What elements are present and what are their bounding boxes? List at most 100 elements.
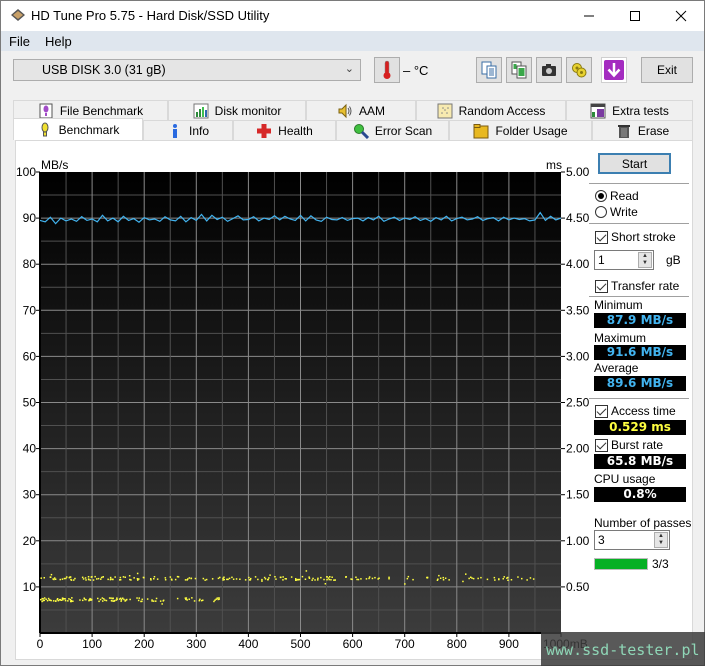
benchmark-panel	[15, 140, 693, 660]
passes-input[interactable]: 3 ▲ ▼	[594, 530, 670, 550]
short-stroke-input[interactable]: 1 ▲ ▼	[594, 250, 654, 270]
save-button[interactable]	[601, 57, 627, 83]
exit-button[interactable]: Exit	[641, 57, 693, 83]
tab-folder-usage[interactable]: Folder Usage	[449, 120, 592, 140]
left-axis-unit: MB/s	[41, 158, 69, 172]
copy-text-button[interactable]	[476, 57, 502, 83]
tab-benchmark[interactable]: Benchmark	[13, 118, 143, 140]
maximum-label: Maximum	[594, 331, 647, 345]
divider	[589, 398, 689, 399]
minimum-label: Minimum	[594, 298, 643, 312]
cpu-usage-label: CPU usage	[594, 472, 656, 486]
passes-progress-bar	[594, 558, 648, 570]
tab-info[interactable]: Info	[143, 120, 233, 140]
tab-label: AAM	[358, 103, 385, 118]
drive-select-value: USB DISK 3.0 (31 gB)	[42, 63, 166, 77]
camera-icon	[542, 64, 556, 76]
title-bar: HD Tune Pro 5.75 - Hard Disk/SSD Utility	[1, 1, 704, 31]
window-title: HD Tune Pro 5.75 - Hard Disk/SSD Utility	[31, 8, 270, 23]
thermometer-icon	[383, 60, 391, 79]
access-time-value: 0.529 ms	[594, 420, 686, 435]
speaker-icon	[338, 103, 352, 118]
tab-extra-tests[interactable]: Extra tests	[566, 100, 693, 120]
tab-label: Erase	[637, 123, 670, 138]
transfer-rate-checkbox[interactable]	[595, 280, 608, 293]
tab-row-top: File Benchmark Disk monitor AAM Random A…	[13, 100, 693, 120]
folder-icon	[473, 123, 489, 138]
screenshot-button[interactable]	[536, 57, 562, 83]
disk-monitor-icon	[193, 103, 209, 118]
average-value: 89.6 MB/s	[594, 376, 686, 391]
close-button[interactable]	[658, 1, 704, 31]
tab-label: Benchmark	[58, 122, 120, 137]
tab-label: Extra tests	[612, 103, 669, 118]
options-button[interactable]	[566, 57, 592, 83]
burst-rate-checkbox[interactable]	[595, 439, 608, 452]
menu-bar: File Help	[1, 31, 704, 51]
cpu-usage-value: 0.8%	[594, 487, 686, 502]
menu-help[interactable]: Help	[45, 34, 72, 49]
right-axis-unit: ms	[546, 158, 562, 172]
copy-image-icon	[511, 61, 527, 79]
burst-rate-label: Burst rate	[611, 438, 664, 452]
access-time-label: Access time	[611, 404, 676, 418]
tab-label: Random Access	[458, 103, 546, 118]
maximize-button[interactable]	[612, 1, 658, 31]
maximum-value: 91.6 MB/s	[594, 345, 686, 360]
short-stroke-label: Short stroke	[611, 230, 676, 244]
error-scan-icon	[353, 123, 369, 139]
copy-image-button[interactable]	[506, 57, 532, 83]
write-label: Write	[610, 205, 638, 219]
tab-aam[interactable]: AAM	[306, 100, 416, 120]
copy-text-icon	[481, 61, 497, 79]
info-icon	[172, 123, 177, 138]
options-icon	[572, 63, 587, 78]
temperature-readout: – °C	[403, 63, 429, 78]
read-radio[interactable]	[595, 190, 607, 202]
toolbar: USB DISK 3.0 (31 gB) ⌄ – °C Exit	[1, 51, 704, 91]
temperature-button[interactable]	[374, 57, 400, 83]
tab-disk-monitor[interactable]: Disk monitor	[168, 100, 306, 120]
tab-error-scan[interactable]: Error Scan	[336, 120, 449, 140]
maximize-icon	[630, 11, 640, 21]
passes-label: Number of passes	[594, 516, 692, 530]
tab-health[interactable]: Health	[233, 120, 336, 140]
short-stroke-checkbox[interactable]	[595, 231, 608, 244]
extra-tests-icon	[590, 103, 606, 118]
app-window: HD Tune Pro 5.75 - Hard Disk/SSD Utility…	[0, 0, 705, 666]
health-icon	[257, 123, 272, 138]
chevron-down-icon: ⌄	[344, 63, 354, 75]
benchmark-icon	[41, 122, 49, 136]
minimum-value: 87.9 MB/s	[594, 313, 686, 328]
transfer-rate-label: Transfer rate	[611, 279, 680, 293]
trash-icon	[617, 124, 630, 138]
tab-label: Health	[278, 123, 313, 138]
spin-arrows-icon[interactable]: ▲ ▼	[638, 252, 652, 268]
minimize-button[interactable]	[566, 1, 612, 31]
file-benchmark-icon	[39, 103, 53, 118]
tab-label: Disk monitor	[214, 103, 282, 118]
random-access-icon	[437, 103, 453, 118]
write-radio[interactable]	[595, 206, 607, 218]
tab-label: Folder Usage	[495, 123, 568, 138]
watermark: www.ssd-tester.pl	[541, 632, 705, 666]
tab-erase[interactable]: Erase	[592, 120, 693, 140]
start-button[interactable]: Start	[598, 153, 671, 174]
tab-label: File Benchmark	[59, 103, 144, 118]
tab-row-bottom: Benchmark Info Health Error Scan Folder …	[13, 118, 693, 140]
app-logo-icon	[11, 9, 25, 21]
spin-arrows-icon[interactable]: ▲ ▼	[654, 532, 668, 548]
divider	[589, 223, 689, 224]
average-label: Average	[594, 361, 639, 375]
tab-random-access[interactable]: Random Access	[416, 100, 566, 120]
burst-rate-value: 65.8 MB/s	[594, 454, 686, 469]
menu-file[interactable]: File	[9, 34, 30, 49]
read-label: Read	[610, 189, 639, 203]
tab-file-benchmark[interactable]: File Benchmark	[13, 100, 168, 120]
access-time-checkbox[interactable]	[595, 405, 608, 418]
minimize-icon	[584, 15, 594, 17]
close-icon	[675, 10, 687, 22]
drive-select[interactable]: USB DISK 3.0 (31 gB) ⌄	[13, 59, 361, 81]
passes-value: 3	[598, 533, 605, 547]
passes-progress-text: 3/3	[652, 557, 669, 571]
